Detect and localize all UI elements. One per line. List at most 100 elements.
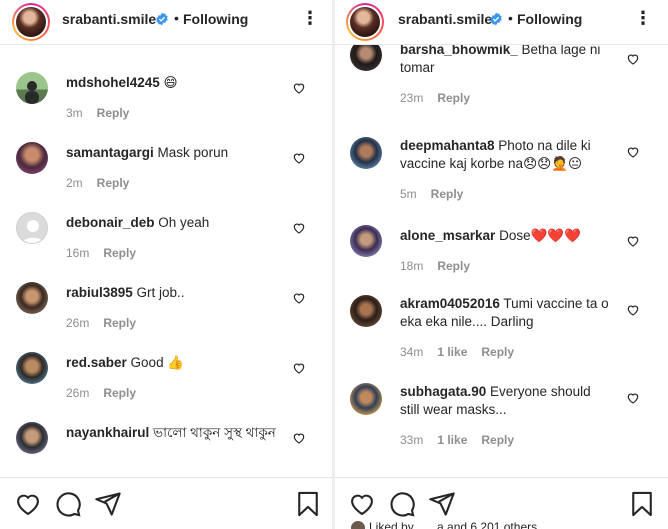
bookmark-icon[interactable]	[294, 490, 322, 518]
comment-text-block: debonair_deb Oh yeah	[66, 214, 286, 232]
reply-button[interactable]: Reply	[481, 345, 514, 359]
header-divider	[335, 44, 668, 45]
reply-button[interactable]: Reply	[97, 106, 130, 120]
commenter-avatar[interactable]	[350, 45, 382, 71]
verified-badge-icon	[156, 12, 168, 26]
comment-username[interactable]: nayankhairul	[66, 425, 149, 440]
profile-avatar[interactable]	[12, 3, 50, 41]
profile-avatar[interactable]	[346, 3, 384, 41]
following-button[interactable]: Following	[183, 11, 248, 27]
commenter-avatar[interactable]	[16, 352, 48, 384]
post-action-bar: Liked by ......a and 6,201 others	[335, 477, 668, 529]
comment-time: 33m	[400, 433, 424, 447]
reply-button[interactable]: Reply	[103, 386, 136, 400]
comment-likes[interactable]: 1 like	[437, 433, 467, 447]
comment-time: 23m	[400, 91, 424, 105]
reply-button[interactable]: Reply	[103, 316, 136, 330]
post-header: srabanti.smile • Following ⋮	[0, 0, 332, 44]
header-separator: •	[508, 10, 513, 26]
reply-button[interactable]: Reply	[481, 433, 514, 447]
right-screenshot-panel: srabanti.smile • Following ⋮ barsha_bhow…	[335, 0, 668, 529]
comment-text: Mask porun	[153, 145, 229, 160]
header-divider	[0, 44, 332, 45]
comment-icon[interactable]	[54, 490, 82, 518]
heart-icon[interactable]	[626, 303, 640, 317]
comment-username[interactable]: subhagata.90	[400, 384, 486, 399]
commenter-avatar[interactable]	[16, 142, 48, 174]
heart-icon[interactable]	[626, 145, 640, 159]
more-options-icon[interactable]: ⋮	[300, 8, 320, 28]
post-header: srabanti.smile • Following ⋮	[335, 0, 668, 44]
comments-list: mdshohel4245 😄 3m Reply samantagargi Mask…	[0, 45, 332, 477]
heart-icon[interactable]	[292, 151, 306, 165]
header-username[interactable]: srabanti.smile	[62, 11, 156, 27]
verified-badge-icon	[490, 12, 502, 26]
reply-button[interactable]: Reply	[97, 176, 130, 190]
comment-meta: 26m Reply	[66, 316, 150, 330]
comment-username[interactable]: rabiul3895	[66, 285, 133, 300]
heart-icon[interactable]	[626, 391, 640, 405]
heart-icon[interactable]	[292, 291, 306, 305]
comment-likes[interactable]: 1 like	[437, 345, 467, 359]
commenter-avatar[interactable]	[16, 422, 48, 454]
comment-time: 18m	[400, 259, 424, 273]
heart-icon[interactable]	[626, 52, 640, 66]
share-icon[interactable]	[428, 490, 456, 518]
commenter-avatar[interactable]	[16, 72, 48, 104]
commenter-avatar[interactable]	[350, 295, 382, 327]
comment-meta: 26m Reply	[66, 386, 150, 400]
heart-icon[interactable]	[292, 221, 306, 235]
comment-meta: 5m Reply	[400, 187, 477, 201]
like-heart-icon[interactable]	[14, 490, 42, 518]
comment-username[interactable]: alone_msarkar	[400, 228, 495, 243]
comment-username[interactable]: red.saber	[66, 355, 127, 370]
left-screenshot-panel: srabanti.smile • Following ⋮ mdshohel424…	[0, 0, 332, 529]
heart-icon[interactable]	[292, 81, 306, 95]
like-heart-icon[interactable]	[348, 490, 376, 518]
comment-text: Oh yeah	[154, 215, 210, 230]
commenter-avatar[interactable]	[16, 212, 48, 244]
commenter-avatar[interactable]	[350, 383, 382, 415]
reply-button[interactable]: Reply	[103, 246, 136, 260]
reply-button[interactable]: Reply	[437, 259, 470, 273]
comment-text-block: akram04052016 Tumi vaccine ta o eka eka …	[400, 295, 610, 331]
comment-text-block: rabiul3895 Grt job..	[66, 284, 286, 302]
comment-text: Grt job..	[132, 285, 185, 300]
share-icon[interactable]	[94, 490, 122, 518]
comment-username[interactable]: deepmahanta8	[400, 138, 495, 153]
commenter-avatar[interactable]	[350, 137, 382, 169]
header-username[interactable]: srabanti.smile	[398, 11, 492, 27]
following-button[interactable]: Following	[517, 11, 582, 27]
comment-meta: 3m Reply	[66, 106, 143, 120]
bookmark-icon[interactable]	[628, 490, 656, 518]
liked-by-text: Liked by ......a and 6,201 others	[369, 520, 538, 529]
comment-meta: 16m Reply	[66, 246, 150, 260]
comment-username[interactable]: mdshohel4245	[66, 75, 160, 90]
comment-meta: 34m 1 like Reply	[400, 345, 528, 359]
comment-username[interactable]: samantagargi	[66, 145, 154, 160]
heart-icon[interactable]	[626, 234, 640, 248]
comment-meta: 2m Reply	[66, 176, 143, 190]
liked-by-avatar	[351, 521, 365, 529]
reply-button[interactable]: Reply	[437, 91, 470, 105]
comment-username[interactable]: akram04052016	[400, 296, 500, 311]
comment-username[interactable]: barsha_bhowmik_	[400, 45, 518, 57]
heart-icon[interactable]	[292, 361, 306, 375]
reply-button[interactable]: Reply	[431, 187, 464, 201]
more-options-icon[interactable]: ⋮	[633, 8, 653, 28]
comment-text-block: samantagargi Mask porun	[66, 144, 286, 162]
comment-time: 26m	[66, 386, 90, 400]
comment-time: 16m	[66, 246, 90, 260]
comment-text-block: deepmahanta8 Photo na dile ki vaccine ka…	[400, 137, 610, 173]
comment-time: 26m	[66, 316, 90, 330]
comment-meta: 18m Reply	[400, 259, 484, 273]
comment-text-block: mdshohel4245 😄	[66, 74, 286, 92]
header-separator: •	[174, 10, 179, 26]
commenter-avatar[interactable]	[350, 225, 382, 257]
comment-icon[interactable]	[388, 490, 416, 518]
commenter-avatar[interactable]	[16, 282, 48, 314]
comment-meta: 23m Reply	[400, 91, 484, 105]
heart-icon[interactable]	[292, 431, 306, 445]
comment-username[interactable]: debonair_deb	[66, 215, 155, 230]
liked-by-summary[interactable]: Liked by ......a and 6,201 others	[351, 520, 537, 529]
